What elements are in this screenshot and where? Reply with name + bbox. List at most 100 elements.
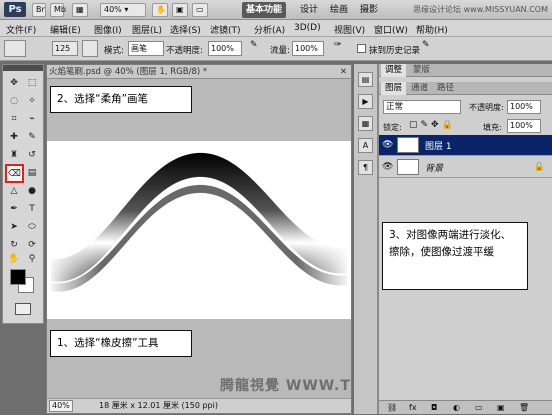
hand-tool-icon[interactable]: ✋	[6, 251, 22, 267]
layer-opacity-label: 不透明度:	[469, 103, 504, 112]
arrange-docs-icon[interactable]: ▣	[172, 3, 188, 17]
pen-tool-icon[interactable]: ✒	[6, 201, 22, 217]
shape-tool-icon[interactable]: ⬭	[24, 219, 40, 235]
history-panel-icon[interactable]: ▤	[358, 72, 373, 87]
type-tool-icon[interactable]: T	[24, 201, 40, 217]
character-panel-icon[interactable]: A	[358, 138, 373, 153]
crop-tool-icon[interactable]: ⌗	[6, 111, 22, 127]
pressure-size-icon[interactable]: ✎	[422, 40, 436, 57]
menu-edit[interactable]: 编辑(E)	[50, 23, 81, 36]
lasso-tool-icon[interactable]: ◌	[6, 93, 22, 109]
hand-icon[interactable]: ✋	[152, 3, 168, 17]
tool-preset-eraser-icon[interactable]	[4, 40, 26, 57]
marquee-tool-icon[interactable]: ⬚	[24, 75, 40, 91]
zoom-level-dropdown[interactable]: 40% ▾	[100, 3, 146, 17]
blend-mode-select[interactable]: 正常	[383, 100, 461, 114]
workspace-painting[interactable]: 绘画	[326, 2, 352, 18]
airbrush-icon[interactable]: ✑	[334, 40, 348, 57]
eyedropper-tool-icon[interactable]: ⌁	[24, 111, 40, 127]
tab-layers[interactable]: 图层	[381, 82, 407, 95]
view-extras-icon[interactable]: ▦	[72, 3, 88, 17]
pressure-opacity-icon[interactable]: ✎	[250, 40, 264, 57]
paragraph-panel-icon[interactable]: ¶	[358, 160, 373, 175]
visibility-eye-icon[interactable]: 👁	[382, 162, 393, 172]
status-bar: 40% 18 厘米 x 12.01 厘米 (150 ppi)	[47, 398, 351, 413]
delete-layer-icon[interactable]: 🗑	[519, 401, 529, 414]
new-layer-icon[interactable]: ▣	[497, 401, 505, 414]
clone-stamp-icon[interactable]: ♜	[6, 147, 22, 163]
tab-channels[interactable]: 通道	[407, 82, 432, 95]
collapsed-panel-strip: ▤ ▶ ▦ A ¶	[354, 64, 378, 414]
lock-icons[interactable]: ▢✎✥🔒	[409, 120, 456, 130]
new-group-icon[interactable]: ▭	[475, 401, 483, 414]
blur-tool-icon[interactable]: △	[6, 183, 22, 199]
gradient-tool-icon[interactable]: ▤	[24, 165, 40, 181]
mode-value: 画笔	[131, 44, 147, 53]
add-mask-icon[interactable]: ◘	[431, 401, 437, 414]
layer-row[interactable]: 👁 图层 1	[379, 135, 552, 156]
path-select-icon[interactable]: ➤	[6, 219, 22, 235]
mode-label: 模式:	[104, 46, 124, 56]
healing-brush-icon[interactable]: ✚	[6, 129, 22, 145]
fill-input[interactable]: 100%	[507, 119, 541, 133]
menu-filter[interactable]: 滤镜(T)	[210, 23, 241, 36]
flow-input[interactable]: 100%	[292, 41, 324, 56]
layer-thumbnail	[397, 137, 419, 153]
brush-picker[interactable]: 125	[52, 41, 78, 56]
zoom-tool-icon[interactable]: ⚲	[24, 251, 40, 267]
actions-panel-icon[interactable]: ▶	[358, 94, 373, 109]
menu-analysis[interactable]: 分析(A)	[254, 23, 285, 36]
fill-label: 填充:	[483, 123, 502, 132]
photoshop-logo: Ps	[4, 2, 26, 17]
menu-select[interactable]: 选择(S)	[170, 23, 201, 36]
move-tool-icon[interactable]: ✥	[6, 75, 22, 91]
tab-paths[interactable]: 路径	[433, 82, 458, 95]
menu-file[interactable]: 文件(F)	[6, 23, 36, 36]
erase-to-history-label: 抹到历史记录	[369, 46, 421, 56]
tab-masks[interactable]: 蒙版	[409, 64, 434, 77]
minibridge-icon[interactable]: Mb	[50, 3, 66, 17]
flow-label: 流量:	[270, 46, 290, 56]
layers-panel-footer: ⛓ fx ◘ ◐ ▭ ▣ 🗑	[379, 400, 552, 414]
document-tab[interactable]: 火焰笔刷.psd @ 40% (图层 1, RGB/8) * ✕	[47, 65, 351, 79]
workspace-photography[interactable]: 摄影	[356, 2, 382, 18]
tool-presets-icon[interactable]: ▦	[358, 116, 373, 131]
menu-help[interactable]: 帮助(H)	[416, 23, 448, 36]
eraser-tool-icon[interactable]: ⌫	[5, 164, 24, 183]
screen-mode-icon[interactable]: ▭	[192, 3, 208, 17]
visibility-eye-icon[interactable]: 👁	[382, 140, 393, 150]
workspace-design[interactable]: 设计	[296, 2, 322, 18]
adjustment-layer-icon[interactable]: ◐	[453, 401, 460, 414]
brush-panel-icon[interactable]	[82, 40, 98, 57]
history-brush-icon[interactable]: ↺	[24, 147, 40, 163]
opacity-input[interactable]: 100%	[208, 41, 242, 56]
foreground-color-swatch[interactable]	[10, 269, 26, 285]
menu-layer[interactable]: 图层(L)	[132, 23, 162, 36]
link-layers-icon[interactable]: ⛓	[387, 401, 397, 414]
menu-3d[interactable]: 3D(D)	[294, 23, 321, 33]
brush-tool-icon[interactable]: ✎	[24, 129, 40, 145]
callout-step-1: 1、选择“橡皮擦”工具	[50, 330, 192, 357]
erase-to-history-checkbox[interactable]	[357, 44, 366, 53]
status-zoom-input[interactable]: 40%	[49, 400, 73, 412]
quick-select-tool-icon[interactable]: ✧	[24, 93, 40, 109]
tab-adjustments[interactable]: 调整	[381, 64, 407, 77]
layer-name: 背景	[425, 164, 444, 174]
quick-mask-icon[interactable]	[15, 303, 31, 315]
toolbox-header[interactable]	[3, 65, 43, 71]
mode-select[interactable]: 画笔	[128, 41, 164, 56]
wave-band	[47, 141, 351, 319]
menu-window[interactable]: 窗口(W)	[374, 23, 408, 36]
layer-style-icon[interactable]: fx	[409, 401, 417, 414]
menu-image[interactable]: 图像(I)	[94, 23, 122, 36]
workspace-essentials[interactable]: 基本功能	[242, 2, 287, 18]
menu-view[interactable]: 视图(V)	[334, 23, 365, 36]
bridge-icon[interactable]: Br	[32, 3, 46, 17]
dodge-tool-icon[interactable]: ●	[24, 183, 40, 199]
app-bar: Ps Br Mb ▦ 40% ▾ ✋ ▣ ▭ 基本功能 设计 绘画 摄影 思缘设…	[0, 0, 552, 20]
canvas[interactable]	[47, 141, 351, 319]
toolbox: ✥ ⬚ ◌ ✧ ⌗ ⌁ ✚ ✎ ♜ ↺ ⌫ ▤ △ ● ✒ T ➤ ⬭ ↻ ⟳ …	[2, 64, 44, 324]
layer-opacity-input[interactable]: 100%	[507, 100, 541, 114]
close-icon[interactable]: ✕	[340, 65, 347, 79]
layer-row[interactable]: 👁 背景 🔒	[379, 157, 552, 178]
